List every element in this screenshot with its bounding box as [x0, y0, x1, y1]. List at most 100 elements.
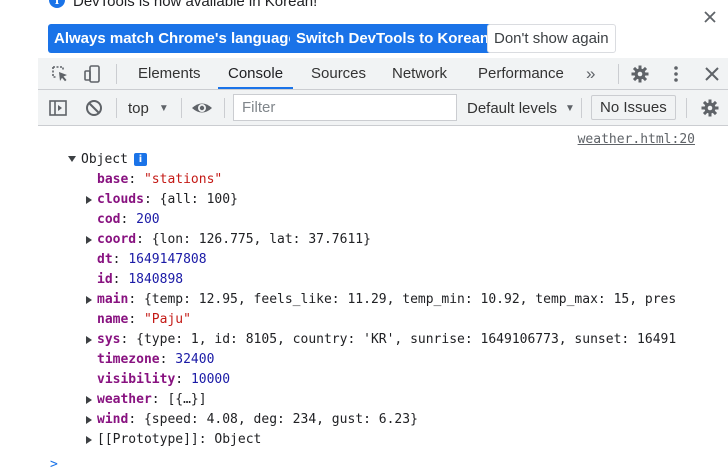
- infobar-message: DevTools is now available in Korean!: [73, 0, 318, 10]
- tab-elements[interactable]: Elements: [138, 58, 201, 89]
- collapsed-triangle-icon[interactable]: [86, 396, 92, 404]
- property-separator: :: [159, 352, 176, 367]
- property-separator: :: [120, 212, 137, 227]
- info-badge-icon[interactable]: i: [133, 152, 147, 166]
- property-separator: :: [128, 292, 144, 307]
- console-output: weather.html:20 Object i base: "stations…: [38, 126, 728, 475]
- property-value: Object: [214, 432, 262, 447]
- property-value: {speed: 4.08, deg: 234, gust: 6.23}: [143, 412, 418, 427]
- tab-sources[interactable]: Sources: [311, 58, 366, 89]
- property-value: "Paju": [143, 312, 191, 327]
- close-icon[interactable]: [702, 10, 718, 26]
- console-settings-gear-icon[interactable]: [700, 98, 720, 118]
- toolbar-divider: [618, 64, 619, 84]
- property-value: 10000: [190, 372, 231, 387]
- property-key: wind: [97, 412, 129, 427]
- property-value: {temp: 12.95, feels_like: 11.29, temp_mi…: [143, 292, 677, 307]
- context-selector[interactable]: top ▼: [128, 97, 169, 119]
- collapsed-triangle-icon[interactable]: [86, 296, 92, 304]
- device-toolbar-icon[interactable]: [82, 64, 102, 84]
- property-separator: :: [151, 392, 168, 407]
- property-key: sys: [97, 332, 121, 347]
- property-key: clouds: [97, 192, 144, 207]
- property-key: main: [97, 292, 129, 307]
- log-levels-dropdown[interactable]: Default levels ▼: [467, 97, 575, 119]
- property-separator: :: [128, 412, 144, 427]
- toolbar-divider: [224, 98, 225, 118]
- property-key: cod: [97, 212, 121, 227]
- tab-network[interactable]: Network: [392, 58, 447, 89]
- property-row[interactable]: weather: [{…}]: [97, 390, 703, 410]
- collapsed-triangle-icon[interactable]: [86, 196, 92, 204]
- toolbar-divider: [116, 98, 117, 118]
- property-row[interactable]: coord: {lon: 126.775, lat: 37.7611}: [97, 230, 703, 250]
- property-row: name: "Paju": [97, 310, 703, 330]
- property-row: id: 1840898: [97, 270, 703, 290]
- expanded-triangle-icon: [68, 156, 76, 162]
- property-separator: :: [128, 172, 144, 187]
- show-sidebar-icon[interactable]: [48, 98, 68, 118]
- property-row[interactable]: main: {temp: 12.95, feels_like: 11.29, t…: [97, 290, 703, 310]
- property-value: 1840898: [128, 272, 184, 287]
- issues-button[interactable]: No Issues: [591, 95, 676, 120]
- console-prompt[interactable]: >: [50, 457, 58, 472]
- clear-console-icon[interactable]: [84, 98, 104, 118]
- tab-console[interactable]: Console: [217, 58, 294, 89]
- object-header[interactable]: Object i: [68, 150, 147, 168]
- toolbar-divider: [181, 98, 182, 118]
- more-options-icon[interactable]: [666, 64, 686, 84]
- collapsed-triangle-icon[interactable]: [86, 416, 92, 424]
- property-row: dt: 1649147808: [97, 250, 703, 270]
- property-separator: :: [143, 192, 160, 207]
- inspect-element-icon[interactable]: [50, 64, 70, 84]
- language-infobar: i DevTools is now available in Korean! A…: [0, 0, 728, 58]
- property-key: weather: [97, 392, 152, 407]
- settings-gear-icon[interactable]: [630, 64, 650, 84]
- devtools-window: i DevTools is now available in Korean! A…: [0, 0, 728, 475]
- property-separator: :: [112, 252, 129, 267]
- caret-down-icon: ▼: [158, 102, 169, 114]
- property-separator: :: [198, 432, 215, 447]
- property-row[interactable]: [[Prototype]]: Object: [97, 430, 703, 450]
- context-value: top: [128, 99, 149, 117]
- toolbar-divider: [581, 98, 582, 118]
- property-row: base: "stations": [97, 170, 703, 190]
- property-key: base: [97, 172, 129, 187]
- dont-show-again-button[interactable]: Don't show again: [487, 24, 616, 53]
- source-link[interactable]: weather.html:20: [578, 132, 695, 147]
- property-value: [{…}]: [167, 392, 207, 407]
- property-row[interactable]: clouds: {all: 100}: [97, 190, 703, 210]
- main-tab-bar: Elements Console Sources Network Perform…: [38, 58, 728, 90]
- property-row: timezone: 32400: [97, 350, 703, 370]
- property-row[interactable]: sys: {type: 1, id: 8105, country: 'KR', …: [97, 330, 703, 350]
- collapsed-triangle-icon[interactable]: [86, 236, 92, 244]
- live-expression-eye-icon[interactable]: [191, 98, 212, 118]
- object-label: Object: [81, 151, 128, 167]
- property-key: timezone: [97, 352, 160, 367]
- close-devtools-icon[interactable]: [702, 64, 722, 84]
- property-value: "stations": [143, 172, 223, 187]
- info-icon: i: [49, 0, 65, 8]
- property-separator: :: [136, 232, 152, 247]
- property-separator: :: [112, 272, 129, 287]
- property-key: [[Prototype]]: [97, 432, 199, 447]
- property-value: {all: 100}: [159, 192, 238, 207]
- toolbar-divider: [116, 64, 117, 84]
- property-row[interactable]: wind: {speed: 4.08, deg: 234, gust: 6.23…: [97, 410, 703, 430]
- match-language-button[interactable]: Always match Chrome's language: [48, 24, 303, 53]
- collapsed-triangle-icon[interactable]: [86, 336, 92, 344]
- property-separator: :: [120, 332, 137, 347]
- property-key: coord: [97, 232, 137, 247]
- property-value: {type: 1, id: 8105, country: 'KR', sunri…: [136, 332, 677, 347]
- filter-input[interactable]: [233, 94, 457, 121]
- collapsed-triangle-icon[interactable]: [86, 436, 92, 444]
- property-value: 200: [136, 212, 160, 227]
- more-tabs-button[interactable]: »: [586, 58, 595, 89]
- switch-language-button[interactable]: Switch DevTools to Korean: [290, 24, 496, 53]
- property-row: cod: 200: [97, 210, 703, 230]
- property-row: visibility: 10000: [97, 370, 703, 390]
- property-key: id: [97, 272, 113, 287]
- property-value: 32400: [175, 352, 215, 367]
- property-separator: :: [175, 372, 191, 387]
- tab-performance[interactable]: Performance: [478, 58, 564, 89]
